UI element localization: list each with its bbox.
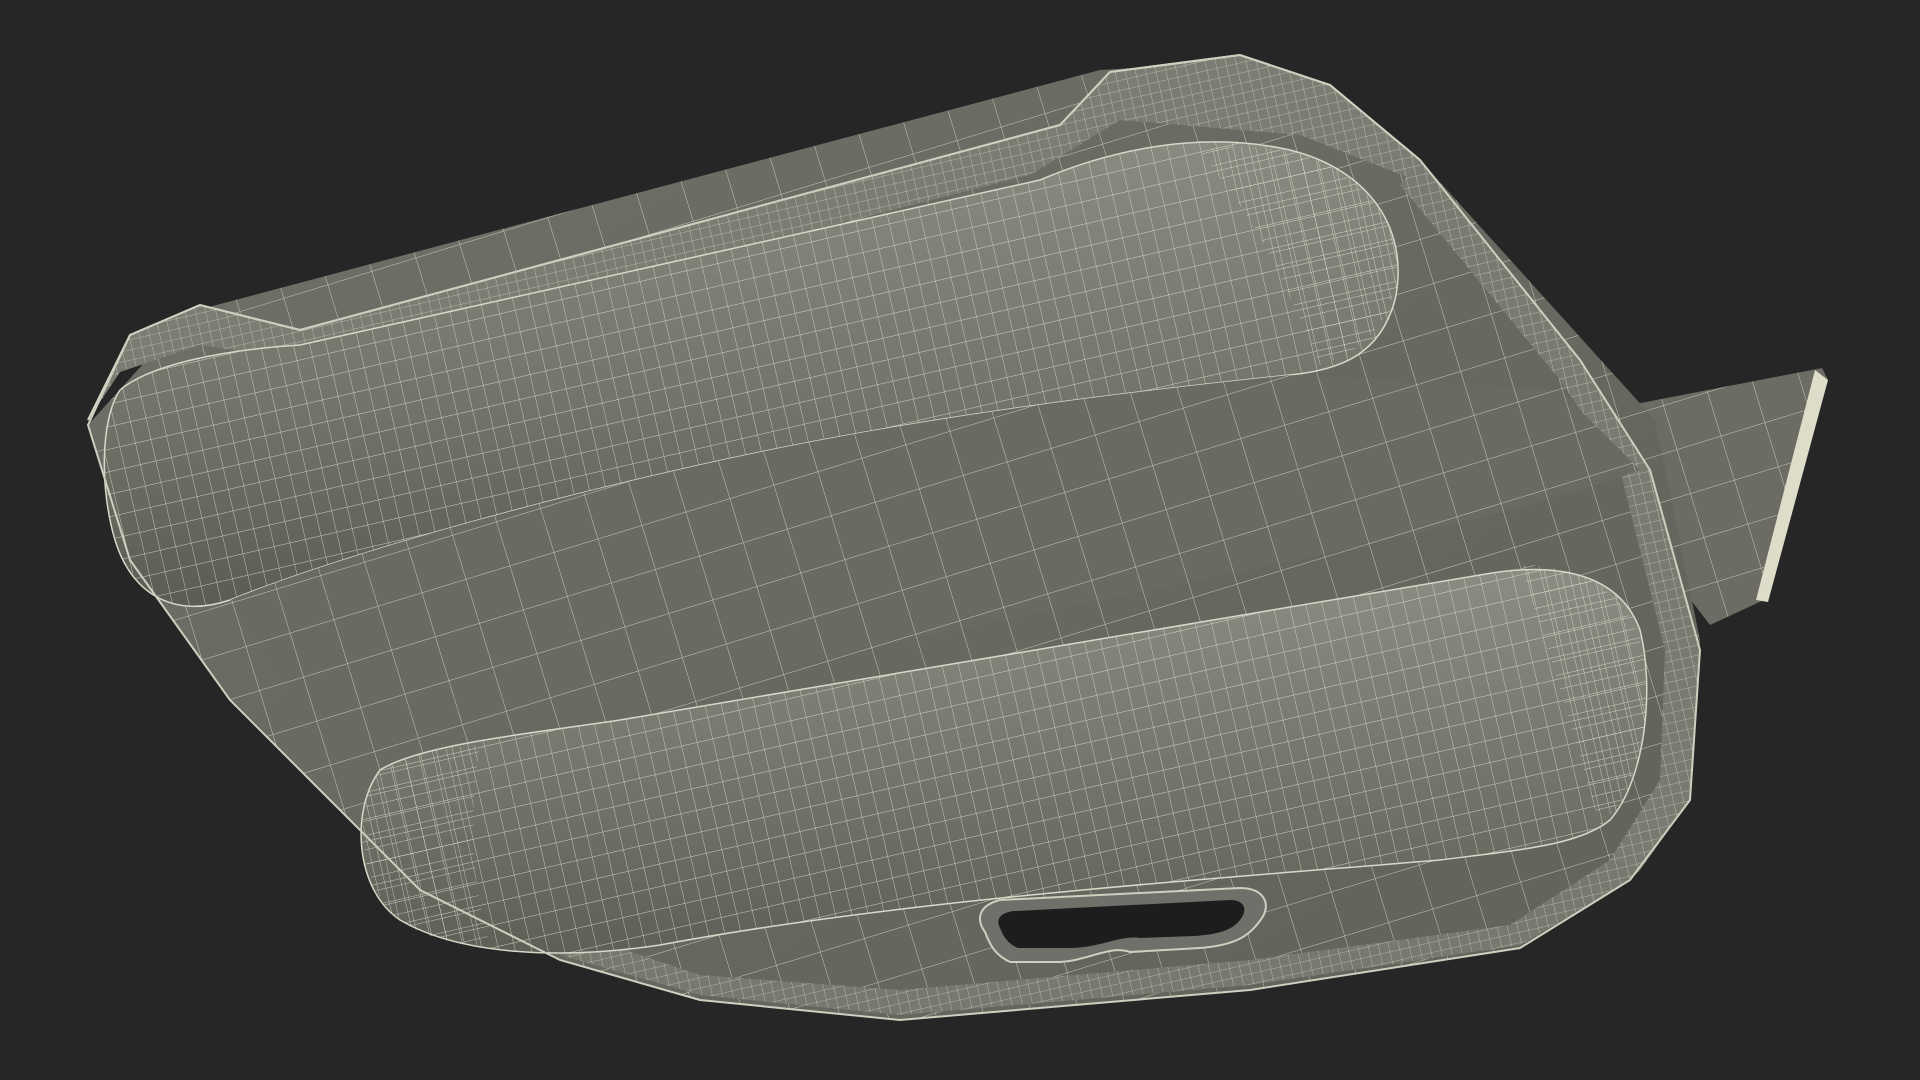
wireframe-model — [86, 53, 1828, 1022]
render-viewport — [0, 0, 1920, 1080]
